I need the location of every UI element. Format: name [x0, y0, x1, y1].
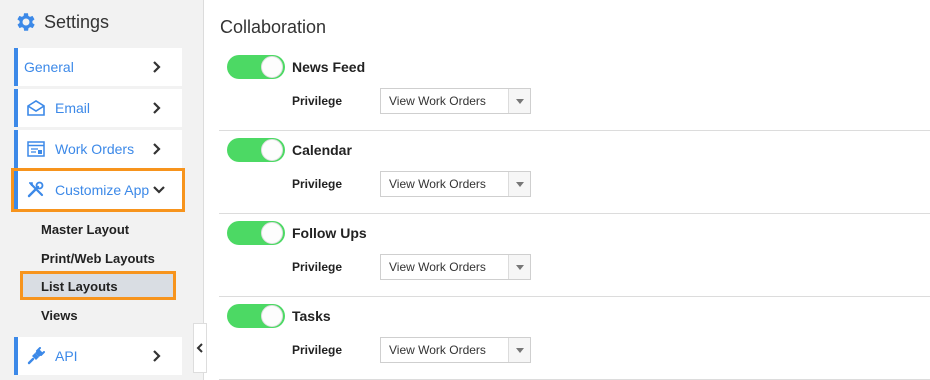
feature-title: Follow Ups: [292, 225, 367, 241]
divider: [219, 213, 930, 214]
divider: [219, 296, 930, 297]
sidebar-item-general[interactable]: General: [14, 48, 182, 86]
sub-item-list-layouts[interactable]: List Layouts: [41, 279, 118, 294]
page-title: Collaboration: [220, 17, 327, 37]
dropdown-arrow-icon: [508, 172, 530, 196]
privilege-label: Privilege: [292, 343, 343, 357]
privilege-select-value: View Work Orders: [389, 343, 486, 357]
privilege-select-value: View Work Orders: [389, 94, 486, 108]
chevron-right-icon: [153, 350, 161, 362]
privilege-select-value: View Work Orders: [389, 177, 486, 191]
plug-icon: [27, 347, 45, 365]
sub-item-views[interactable]: Views: [41, 308, 78, 323]
toggle-knob: [261, 222, 283, 244]
sidebar-item-work-orders[interactable]: Work Orders: [14, 130, 182, 168]
privilege-select[interactable]: View Work Orders: [380, 171, 531, 197]
feature-row-calendar: Calendar Privilege View Work Orders: [219, 138, 930, 214]
chevron-right-icon: [153, 61, 161, 73]
chevron-right-icon: [153, 102, 161, 114]
dropdown-arrow-icon: [508, 255, 530, 279]
feature-row-tasks: Tasks Privilege View Work Orders: [219, 304, 930, 380]
tools-icon: [27, 181, 45, 199]
sidebar-title: Settings: [44, 11, 110, 32]
sidebar-item-customize-app[interactable]: Customize App: [11, 168, 185, 212]
feature-row-follow-ups: Follow Ups Privilege View Work Orders: [219, 221, 930, 297]
chevron-left-icon: [196, 343, 203, 353]
sidebar-item-label: Work Orders: [55, 141, 135, 157]
sidebar-item-label: General: [24, 59, 74, 75]
sub-item-master-layout[interactable]: Master Layout: [41, 222, 129, 237]
feature-title: News Feed: [292, 59, 366, 75]
privilege-select[interactable]: View Work Orders: [380, 88, 531, 114]
collapse-sidebar-button[interactable]: [193, 323, 207, 373]
envelope-icon: [27, 99, 45, 117]
sidebar-item-label: Customize App: [55, 182, 150, 198]
work-orders-icon: [27, 140, 45, 158]
privilege-label: Privilege: [292, 94, 343, 108]
sidebar-item-label: API: [55, 348, 78, 364]
privilege-label: Privilege: [292, 260, 343, 274]
gear-icon: [14, 10, 38, 34]
dropdown-arrow-icon: [508, 338, 530, 362]
sidebar-item-api[interactable]: API: [14, 337, 182, 375]
privilege-select-value: View Work Orders: [389, 260, 486, 274]
feature-row-news-feed: News Feed Privilege View Work Orders: [219, 55, 930, 131]
toggle-knob: [261, 56, 283, 78]
feature-title: Calendar: [292, 142, 352, 158]
divider: [219, 130, 930, 131]
sub-item-print-web-layouts[interactable]: Print/Web Layouts: [41, 251, 155, 266]
sidebar-header: Settings: [14, 10, 109, 34]
toggle-knob: [261, 305, 283, 327]
chevron-down-icon: [153, 186, 165, 194]
privilege-select[interactable]: View Work Orders: [380, 337, 531, 363]
tasks-toggle[interactable]: [227, 304, 285, 328]
settings-sidebar: Settings General Email Work Orders Custo…: [0, 0, 204, 380]
privilege-label: Privilege: [292, 177, 343, 191]
follow-ups-toggle[interactable]: [227, 221, 285, 245]
dropdown-arrow-icon: [508, 89, 530, 113]
sidebar-item-label: Email: [55, 100, 91, 116]
feature-title: Tasks: [292, 308, 331, 324]
privilege-select[interactable]: View Work Orders: [380, 254, 531, 280]
sidebar-item-email[interactable]: Email: [14, 89, 182, 127]
news-feed-toggle[interactable]: [227, 55, 285, 79]
chevron-right-icon: [153, 143, 161, 155]
calendar-toggle[interactable]: [227, 138, 285, 162]
toggle-knob: [261, 139, 283, 161]
